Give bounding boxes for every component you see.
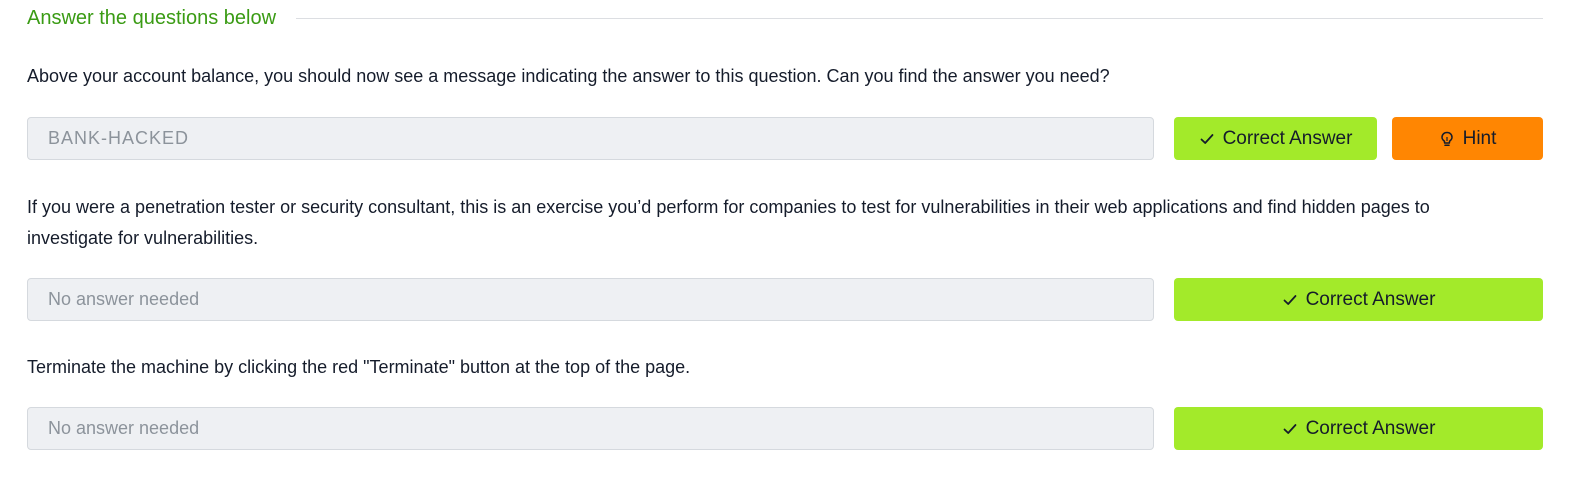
question-2-text: If you were a penetration tester or secu… [27,197,1430,248]
correct-answer-label: Correct Answer [1305,288,1436,310]
question-1-correct-answer-button[interactable]: Correct Answer [1174,117,1377,160]
check-icon [1199,131,1215,147]
question-3-correct-answer-button[interactable]: Correct Answer [1174,407,1543,450]
question-3-text: Terminate the machine by clicking the re… [27,357,691,377]
check-icon [1282,421,1298,437]
section-title: Answer the questions below [27,6,277,29]
question-1-text: Above your account balance, you should n… [27,66,1110,86]
task-questions-panel: Answer the questions below Above your ac… [0,0,1593,494]
lightbulb-icon [1439,131,1455,147]
correct-answer-label: Correct Answer [1305,417,1436,439]
question-1-answer-input[interactable] [27,117,1154,160]
section-divider [296,17,1543,19]
question-2-answer-input[interactable] [27,278,1154,321]
hint-label: Hint [1462,127,1497,149]
question-3-answer-input[interactable] [27,407,1154,450]
question-1-hint-button[interactable]: Hint [1392,117,1543,160]
correct-answer-label: Correct Answer [1222,127,1353,149]
check-icon [1282,292,1298,308]
section-header: Answer the questions below [27,4,1543,32]
question-2-correct-answer-button[interactable]: Correct Answer [1174,278,1543,321]
